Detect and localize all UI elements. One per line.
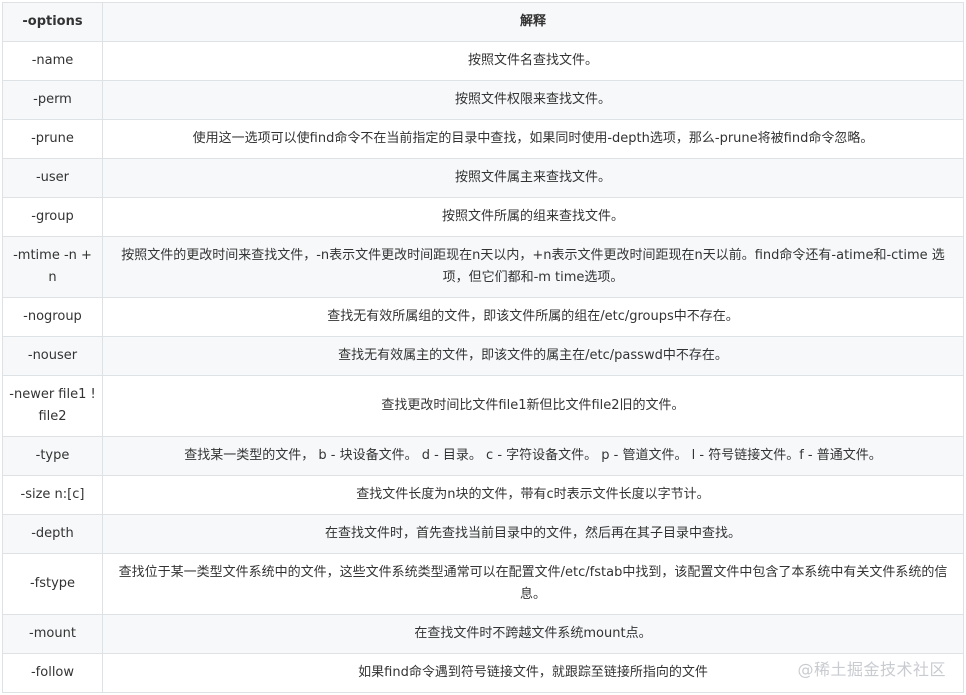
table-row: -depth 在查找文件时，首先查找当前目录中的文件，然后再在其子目录中查找。	[2, 514, 964, 554]
option-cell: -name	[2, 41, 103, 81]
option-cell: -perm	[2, 80, 103, 120]
table-row: -nouser 查找无有效属主的文件，即该文件的属主在/etc/passwd中不…	[2, 336, 964, 376]
table-row: -user 按照文件属主来查找文件。	[2, 158, 964, 198]
description-cell: 按照文件名查找文件。	[102, 41, 964, 81]
option-cell: -mount	[2, 614, 103, 654]
header-options: -options	[2, 2, 103, 42]
description-cell: 查找更改时间比文件file1新但比文件file2旧的文件。	[102, 375, 964, 437]
option-cell: -newer file1 ! file2	[2, 375, 103, 437]
header-explanation: 解释	[102, 2, 964, 42]
option-cell: -nogroup	[2, 297, 103, 337]
table-row: -fstype 查找位于某一类型文件系统中的文件，这些文件系统类型通常可以在配置…	[2, 553, 964, 615]
option-cell: -fstype	[2, 553, 103, 615]
table-row: -mount 在查找文件时不跨越文件系统mount点。	[2, 614, 964, 654]
option-cell: -user	[2, 158, 103, 198]
description-cell: 按照文件的更改时间来查找文件，-n表示文件更改时间距现在n天以内，+n表示文件更…	[102, 236, 964, 298]
option-cell: -follow	[2, 653, 103, 693]
table-row: -perm 按照文件权限来查找文件。	[2, 80, 964, 120]
description-cell: 在查找文件时不跨越文件系统mount点。	[102, 614, 964, 654]
description-cell: 查找位于某一类型文件系统中的文件，这些文件系统类型通常可以在配置文件/etc/f…	[102, 553, 964, 615]
table-row: -mtime -n +n 按照文件的更改时间来查找文件，-n表示文件更改时间距现…	[2, 236, 964, 298]
description-cell: 查找无有效属主的文件，即该文件的属主在/etc/passwd中不存在。	[102, 336, 964, 376]
description-cell: 按照文件权限来查找文件。	[102, 80, 964, 120]
table-row: -prune 使用这一选项可以使find命令不在当前指定的目录中查找，如果同时使…	[2, 119, 964, 159]
option-cell: -type	[2, 436, 103, 476]
description-cell: 使用这一选项可以使find命令不在当前指定的目录中查找，如果同时使用-depth…	[102, 119, 964, 159]
description-cell: 在查找文件时，首先查找当前目录中的文件，然后再在其子目录中查找。	[102, 514, 964, 554]
table-row: -nogroup 查找无有效所属组的文件，即该文件所属的组在/etc/group…	[2, 297, 964, 337]
table-row: -size n:[c] 查找文件长度为n块的文件，带有c时表示文件长度以字节计。	[2, 475, 964, 515]
description-cell: 查找文件长度为n块的文件，带有c时表示文件长度以字节计。	[102, 475, 964, 515]
description-cell: 查找某一类型的文件， b - 块设备文件。 d - 目录。 c - 字符设备文件…	[102, 436, 964, 476]
description-cell: 按照文件所属的组来查找文件。	[102, 197, 964, 237]
option-cell: -size n:[c]	[2, 475, 103, 515]
table-row: -name 按照文件名查找文件。	[2, 41, 964, 81]
option-cell: -mtime -n +n	[2, 236, 103, 298]
table-row: -type 查找某一类型的文件， b - 块设备文件。 d - 目录。 c - …	[2, 436, 964, 476]
option-cell: -prune	[2, 119, 103, 159]
description-cell: 查找无有效所属组的文件，即该文件所属的组在/etc/groups中不存在。	[102, 297, 964, 337]
option-cell: -nouser	[2, 336, 103, 376]
table-header-row: -options 解释	[2, 2, 964, 42]
table-row: -newer file1 ! file2 查找更改时间比文件file1新但比文件…	[2, 375, 964, 437]
description-cell: 按照文件属主来查找文件。	[102, 158, 964, 198]
table-row: -group 按照文件所属的组来查找文件。	[2, 197, 964, 237]
option-cell: -group	[2, 197, 103, 237]
watermark-text: @稀土掘金技术社区	[797, 660, 946, 679]
option-cell: -depth	[2, 514, 103, 554]
options-table: -options 解释 -name 按照文件名查找文件。 -perm 按照文件权…	[2, 2, 964, 693]
